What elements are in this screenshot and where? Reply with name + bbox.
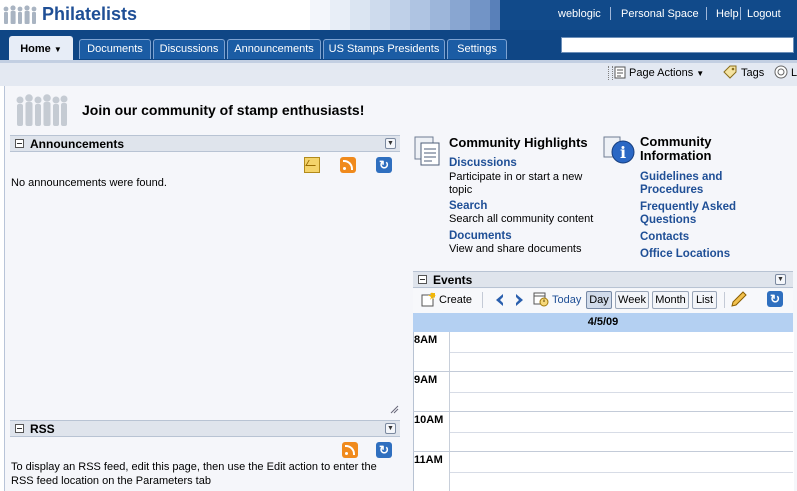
highlight-documents-desc: View and share documents	[449, 243, 582, 255]
previous-arrow-icon[interactable]	[493, 293, 505, 307]
welcome-banner: Join our community of stamp enthusiasts!	[82, 102, 365, 118]
tab-settings[interactable]: Settings	[447, 39, 507, 59]
portlet-menu-icon[interactable]: ▼	[385, 423, 396, 434]
tab-announcements[interactable]: Announcements	[227, 39, 321, 59]
collapse-icon[interactable]	[15, 424, 24, 433]
tag-icon	[723, 65, 737, 79]
separator	[482, 292, 483, 308]
contacts-link[interactable]: Contacts	[640, 231, 689, 243]
separator	[724, 292, 725, 308]
svg-text:i: i	[620, 143, 626, 162]
separator	[740, 7, 741, 20]
page-actions-menu[interactable]: Page Actions ▼	[629, 67, 704, 79]
faq-link[interactable]: Frequently Asked Questions	[640, 201, 750, 227]
refresh-icon[interactable]: ↻	[376, 442, 392, 458]
office-locations-link[interactable]: Office Locations	[640, 248, 730, 260]
highlight-discussions-link[interactable]: Discussions	[449, 157, 517, 169]
highlight-discussions-desc: Participate in or start a new topic	[449, 171, 583, 196]
collapse-icon[interactable]	[15, 139, 24, 148]
hour-line	[413, 451, 793, 452]
today-button[interactable]: Today	[552, 294, 581, 306]
half-hour-line	[450, 392, 793, 393]
page-actions-icon	[614, 66, 626, 79]
guidelines-link[interactable]: Guidelines and Procedures	[640, 171, 750, 197]
portlet-menu-icon[interactable]: ▼	[775, 274, 786, 285]
today-calendar-icon	[533, 292, 549, 307]
logout-link[interactable]: Logout	[747, 8, 781, 20]
separator	[610, 7, 611, 20]
highlight-search-desc: Search all community content	[449, 213, 594, 225]
tab-home[interactable]: Home ▼	[9, 36, 73, 60]
create-event-button[interactable]: Create	[439, 294, 472, 306]
personal-space-link[interactable]: Personal Space	[621, 8, 699, 20]
refresh-icon[interactable]: ↻	[767, 291, 783, 307]
user-link[interactable]: weblogic	[558, 8, 601, 20]
half-hour-line	[450, 432, 793, 433]
toolbar-truncated-label[interactable]: L	[791, 67, 797, 79]
view-week-button[interactable]: Week	[615, 291, 649, 309]
toolbar-grip	[608, 66, 613, 80]
community-info-title: Community Information	[640, 134, 712, 163]
edit-pencil-icon[interactable]	[731, 291, 747, 307]
link-icon	[774, 65, 788, 79]
hour-label: 8AM	[414, 334, 438, 346]
community-logo-icon	[16, 94, 68, 126]
resize-handle-icon[interactable]	[389, 404, 399, 414]
rss-icon[interactable]	[340, 157, 356, 173]
highlight-documents-link[interactable]: Documents	[449, 230, 512, 242]
announcements-title: Announcements	[30, 137, 125, 151]
documents-icon	[414, 136, 440, 166]
portlet-menu-icon[interactable]: ▼	[385, 138, 396, 149]
tab-documents[interactable]: Documents	[79, 39, 151, 59]
hour-line	[413, 371, 793, 372]
create-event-icon	[421, 292, 436, 307]
hour-label: 9AM	[414, 374, 438, 386]
search-input[interactable]	[561, 37, 794, 53]
rss-instructions: To display an RSS feed, edit this page, …	[11, 461, 377, 487]
logo-icon	[3, 5, 37, 24]
rss-header: RSS ▼	[10, 420, 400, 437]
events-date-header: 4/5/09	[413, 313, 793, 332]
tab-home-label: Home	[20, 43, 51, 55]
rss-title: RSS	[30, 422, 55, 436]
events-header: Events ▼	[413, 271, 793, 288]
help-link[interactable]: Help	[716, 8, 739, 20]
header-decoration	[310, 0, 510, 30]
new-announcement-icon[interactable]	[304, 157, 320, 173]
half-hour-line	[450, 352, 793, 353]
refresh-icon[interactable]: ↻	[376, 157, 392, 173]
view-list-button[interactable]: List	[692, 291, 717, 309]
announcements-header: Announcements ▼	[10, 135, 400, 152]
community-highlights-title: Community Highlights	[449, 135, 588, 150]
view-day-button[interactable]: Day	[586, 291, 612, 309]
collapse-icon[interactable]	[418, 275, 427, 284]
announcements-empty-text: No announcements were found.	[11, 177, 167, 189]
tags-button[interactable]: Tags	[741, 67, 764, 79]
hour-line	[413, 411, 793, 412]
separator	[706, 7, 707, 20]
events-title: Events	[433, 273, 473, 287]
chevron-down-icon: ▼	[696, 69, 705, 78]
app-title[interactable]: Philatelists	[42, 4, 137, 25]
tab-discussions[interactable]: Discussions	[153, 39, 225, 59]
next-arrow-icon[interactable]	[514, 293, 526, 307]
hour-label: 10AM	[414, 414, 444, 426]
info-icon: i	[603, 136, 635, 164]
half-hour-line	[450, 472, 793, 473]
chevron-down-icon[interactable]: ▼	[54, 45, 62, 54]
page-actions-label: Page Actions	[629, 67, 694, 79]
view-month-button[interactable]: Month	[652, 291, 689, 309]
rss-icon[interactable]	[342, 442, 358, 458]
tab-us-stamps-presidents[interactable]: US Stamps Presidents	[323, 39, 445, 59]
highlight-search-link[interactable]: Search	[449, 200, 487, 212]
hour-label: 11AM	[414, 454, 443, 466]
